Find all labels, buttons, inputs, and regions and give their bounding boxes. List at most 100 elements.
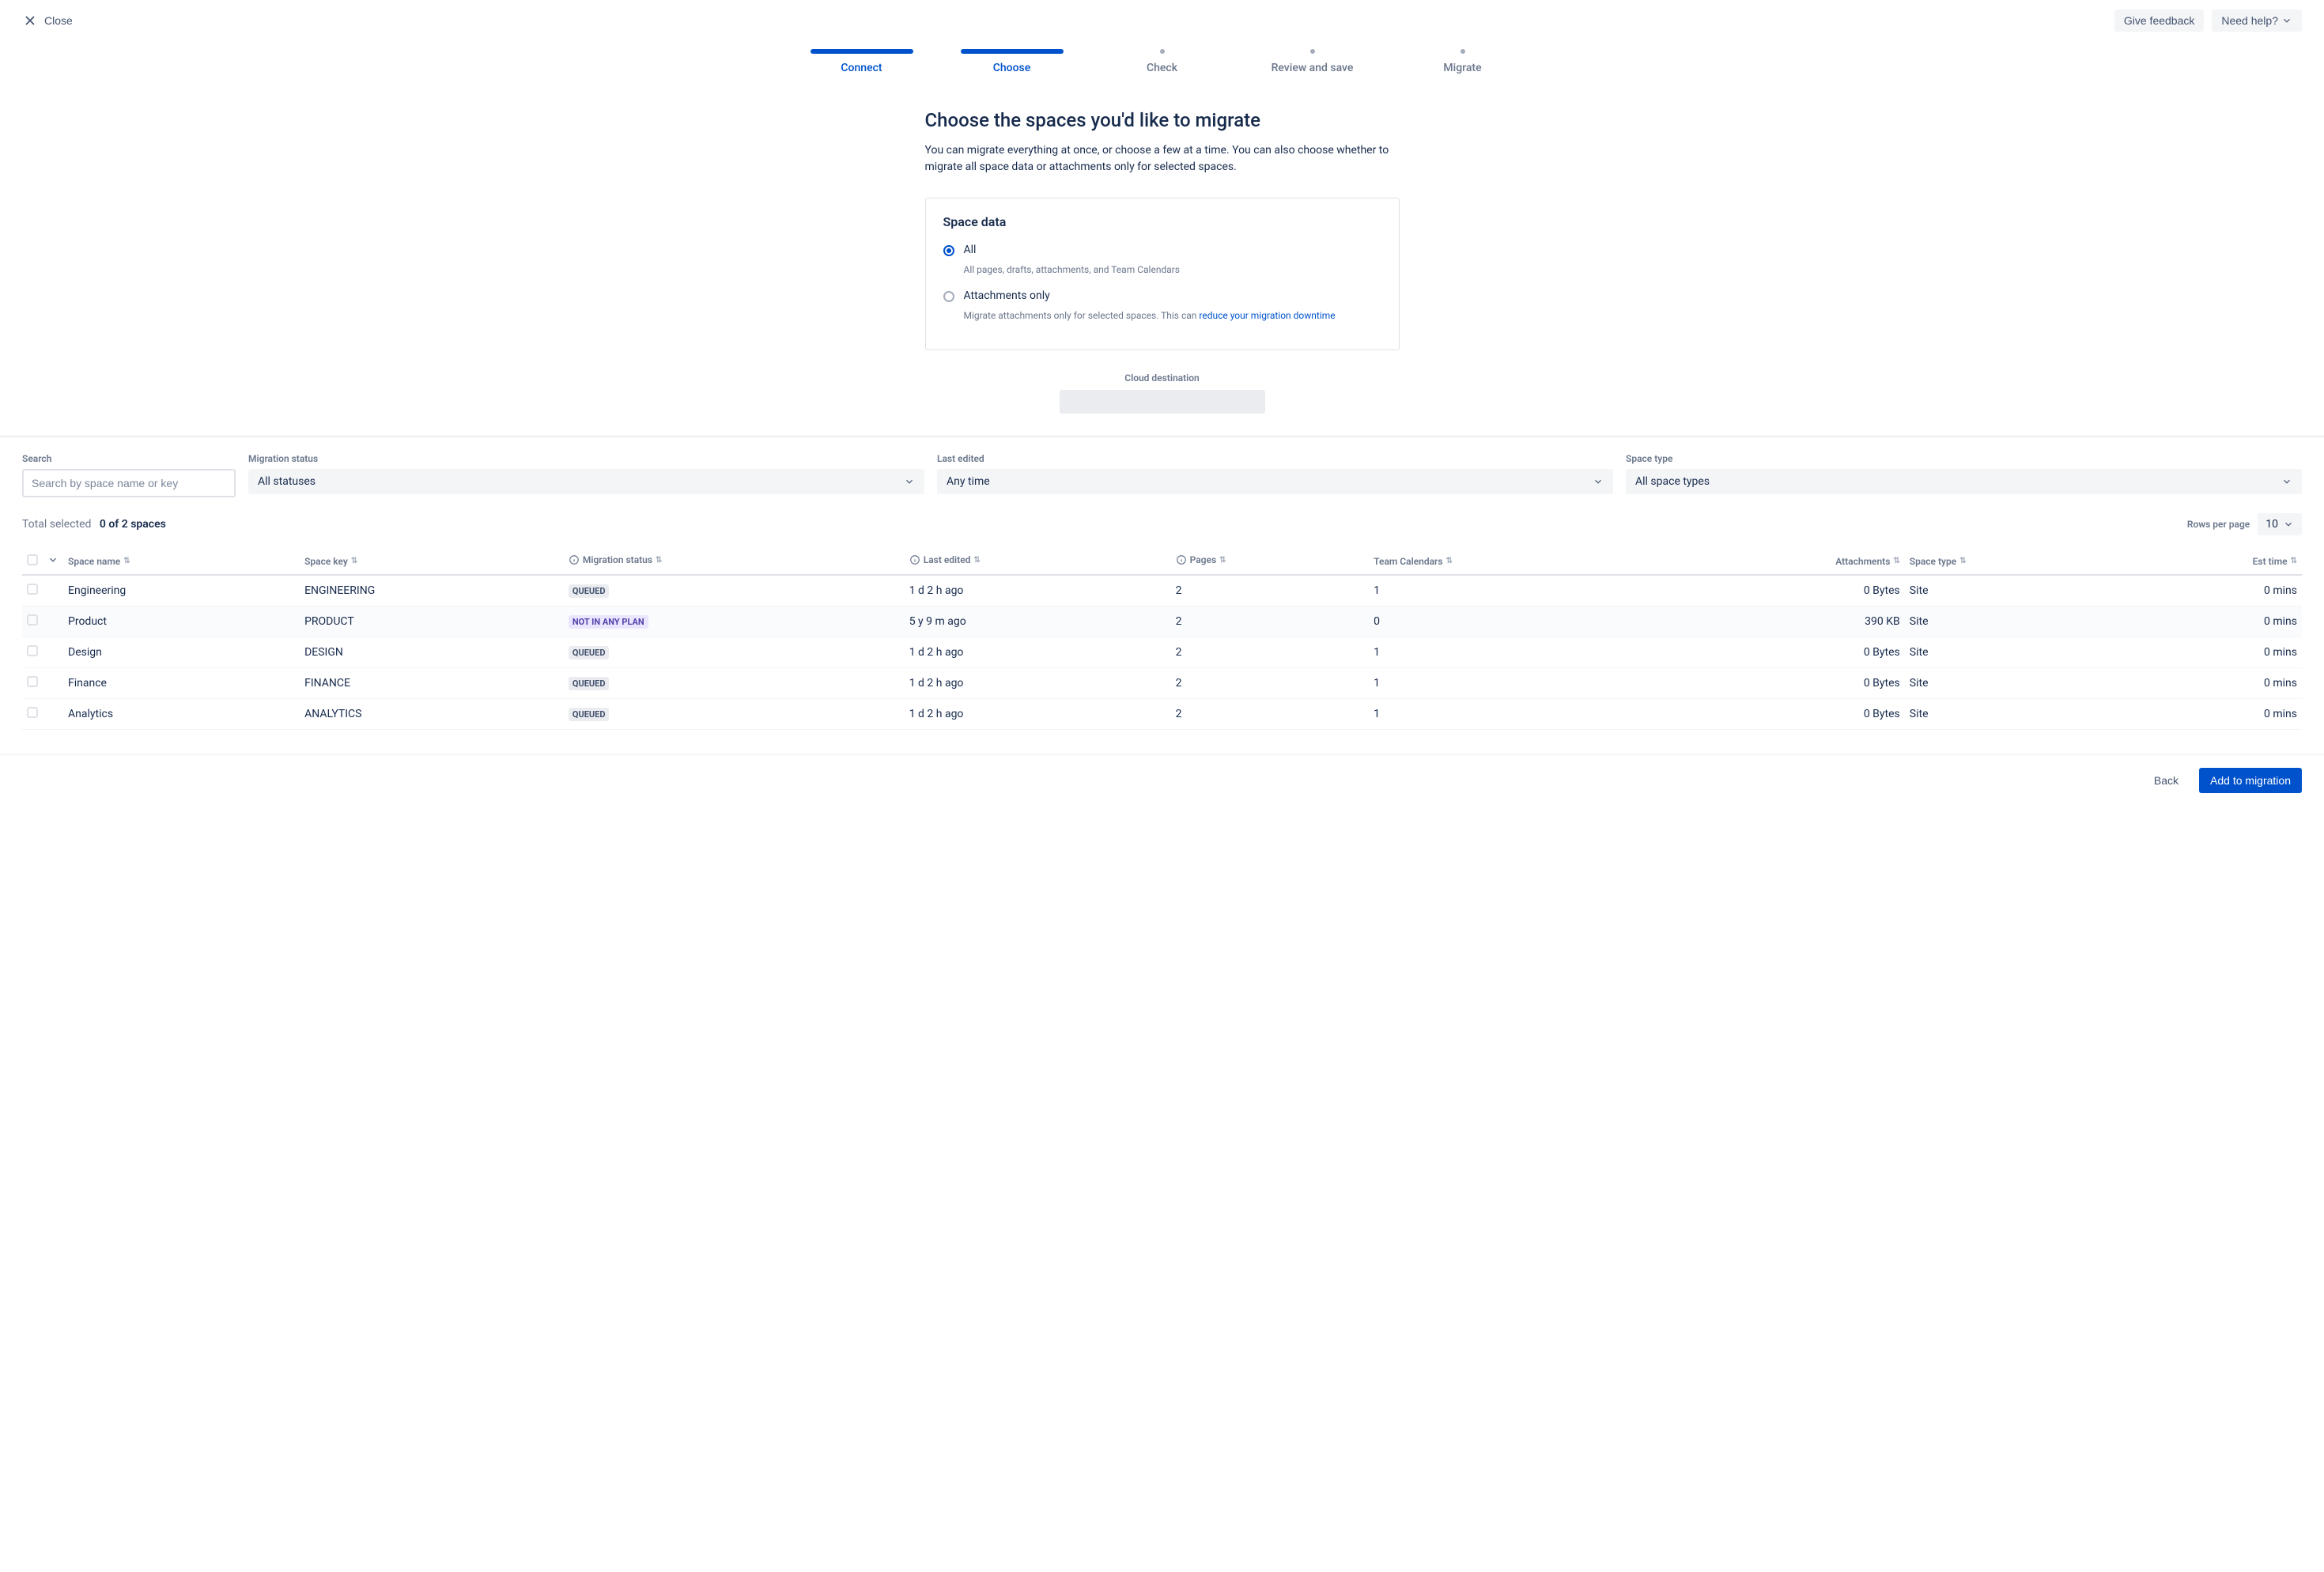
col-space-type[interactable]: Space type⇅	[1905, 548, 2124, 575]
cell-type: Site	[1905, 699, 2124, 730]
topbar: Close Give feedback Need help?	[0, 0, 2324, 41]
row-checkbox[interactable]	[27, 676, 38, 687]
cell-attachments: 0 Bytes	[1661, 637, 1905, 668]
feedback-label: Give feedback	[2124, 14, 2195, 27]
cell-type: Site	[1905, 607, 2124, 637]
sort-icon: ⇅	[973, 556, 980, 565]
step-label: Check	[1147, 62, 1177, 74]
step-review: Review and save	[1261, 49, 1364, 74]
col-pages[interactable]: Pages⇅	[1171, 548, 1370, 575]
step-label: Connect	[841, 62, 882, 74]
row-checkbox[interactable]	[27, 645, 38, 656]
radio-icon	[943, 245, 954, 256]
close-label: Close	[44, 14, 73, 27]
radio-label: All	[964, 244, 977, 256]
step-dot	[1310, 49, 1315, 54]
sort-icon: ⇅	[1446, 557, 1453, 565]
cell-attachments: 0 Bytes	[1661, 575, 1905, 607]
table-row: FinanceFINANCEQUEUED1 d 2 h ago210 Bytes…	[22, 668, 2302, 699]
cell-status: QUEUED	[564, 637, 905, 668]
col-last-edited[interactable]: Last edited⇅	[905, 548, 1171, 575]
cloud-destination-label: Cloud destination	[925, 372, 1400, 384]
edited-filter[interactable]: Any time	[937, 469, 1613, 494]
chevron-down-icon	[2283, 519, 2294, 530]
sort-icon: ⇅	[123, 557, 130, 565]
footer: Back Add to migration	[0, 754, 2324, 806]
progress-stepper: Connect Choose Check Review and save Mig…	[0, 41, 2324, 93]
col-team-calendars[interactable]: Team Calendars⇅	[1369, 548, 1661, 575]
cell-calendars: 0	[1369, 607, 1661, 637]
status-filter[interactable]: All statuses	[248, 469, 924, 494]
row-checkbox[interactable]	[27, 707, 38, 718]
cell-space-key: ENGINEERING	[300, 575, 564, 607]
col-migration-status[interactable]: Migration status⇅	[564, 548, 905, 575]
radio-all[interactable]: All	[943, 242, 1381, 258]
cell-est-time: 0 mins	[2123, 637, 2302, 668]
select-all-checkbox[interactable]	[27, 554, 38, 565]
cell-calendars: 1	[1369, 637, 1661, 668]
desc-text: Migrate attachments only for selected sp…	[964, 310, 1200, 321]
step-connect: Connect	[811, 49, 913, 74]
cell-space-name: Analytics	[63, 699, 300, 730]
step-choose: Choose	[961, 49, 1064, 74]
info-icon	[909, 554, 920, 565]
search-label: Search	[22, 453, 236, 464]
status-filter-value: All statuses	[258, 475, 316, 488]
sort-icon: ⇅	[1219, 556, 1226, 565]
col-space-name[interactable]: Space name⇅	[63, 548, 300, 575]
radio-attachments-only[interactable]: Attachments only	[943, 288, 1381, 304]
col-attachments[interactable]: Attachments⇅	[1661, 548, 1905, 575]
table-row: DesignDESIGNQUEUED1 d 2 h ago210 BytesSi…	[22, 637, 2302, 668]
cell-attachments: 390 KB	[1661, 607, 1905, 637]
row-checkbox[interactable]	[27, 584, 38, 595]
cell-est-time: 0 mins	[2123, 699, 2302, 730]
need-help-button[interactable]: Need help?	[2212, 9, 2302, 32]
chevron-down-icon[interactable]	[47, 554, 59, 565]
sort-icon: ⇅	[351, 557, 357, 565]
col-space-key[interactable]: Space key⇅	[300, 548, 564, 575]
close-icon	[22, 13, 38, 28]
total-selected-label: Total selected	[22, 518, 91, 531]
cell-space-key: FINANCE	[300, 668, 564, 699]
step-bar	[961, 49, 1064, 54]
cell-last-edited: 1 d 2 h ago	[905, 699, 1171, 730]
cloud-destination: Cloud destination	[925, 372, 1400, 414]
cell-status: QUEUED	[564, 668, 905, 699]
panel-title: Space data	[943, 214, 1381, 229]
type-filter[interactable]: All space types	[1626, 469, 2302, 494]
row-checkbox[interactable]	[27, 614, 38, 625]
cell-space-name: Design	[63, 637, 300, 668]
sort-icon: ⇅	[1959, 557, 1966, 565]
cell-est-time: 0 mins	[2123, 668, 2302, 699]
downtime-link[interactable]: reduce your migration downtime	[1199, 310, 1335, 321]
cell-type: Site	[1905, 575, 2124, 607]
filter-bar: Search Migration status All statuses Las…	[0, 453, 2324, 497]
step-dot	[1160, 49, 1165, 54]
status-badge: QUEUED	[569, 646, 610, 659]
type-filter-label: Space type	[1626, 453, 2302, 464]
back-button[interactable]: Back	[2143, 768, 2190, 793]
divider	[0, 436, 2324, 437]
chevron-down-icon	[904, 476, 915, 487]
col-est-time[interactable]: Est time⇅	[2123, 548, 2302, 575]
status-badge: QUEUED	[569, 677, 610, 690]
cell-last-edited: 1 d 2 h ago	[905, 575, 1171, 607]
rows-per-page-select[interactable]: 10	[2258, 513, 2302, 535]
cell-space-key: DESIGN	[300, 637, 564, 668]
add-to-migration-button[interactable]: Add to migration	[2199, 768, 2302, 793]
cell-pages: 2	[1171, 637, 1370, 668]
status-filter-label: Migration status	[248, 453, 924, 464]
info-icon	[569, 554, 580, 565]
rows-per-page-label: Rows per page	[2187, 519, 2250, 530]
step-label: Choose	[993, 62, 1031, 74]
cell-attachments: 0 Bytes	[1661, 699, 1905, 730]
radio-label: Attachments only	[964, 289, 1050, 302]
close-button[interactable]: Close	[22, 13, 73, 28]
cell-space-key: PRODUCT	[300, 607, 564, 637]
give-feedback-button[interactable]: Give feedback	[2114, 9, 2205, 32]
chevron-down-icon	[2281, 476, 2292, 487]
step-check: Check	[1111, 49, 1214, 74]
search-input[interactable]	[22, 469, 236, 497]
help-label: Need help?	[2221, 14, 2278, 27]
edited-filter-value: Any time	[947, 475, 990, 488]
